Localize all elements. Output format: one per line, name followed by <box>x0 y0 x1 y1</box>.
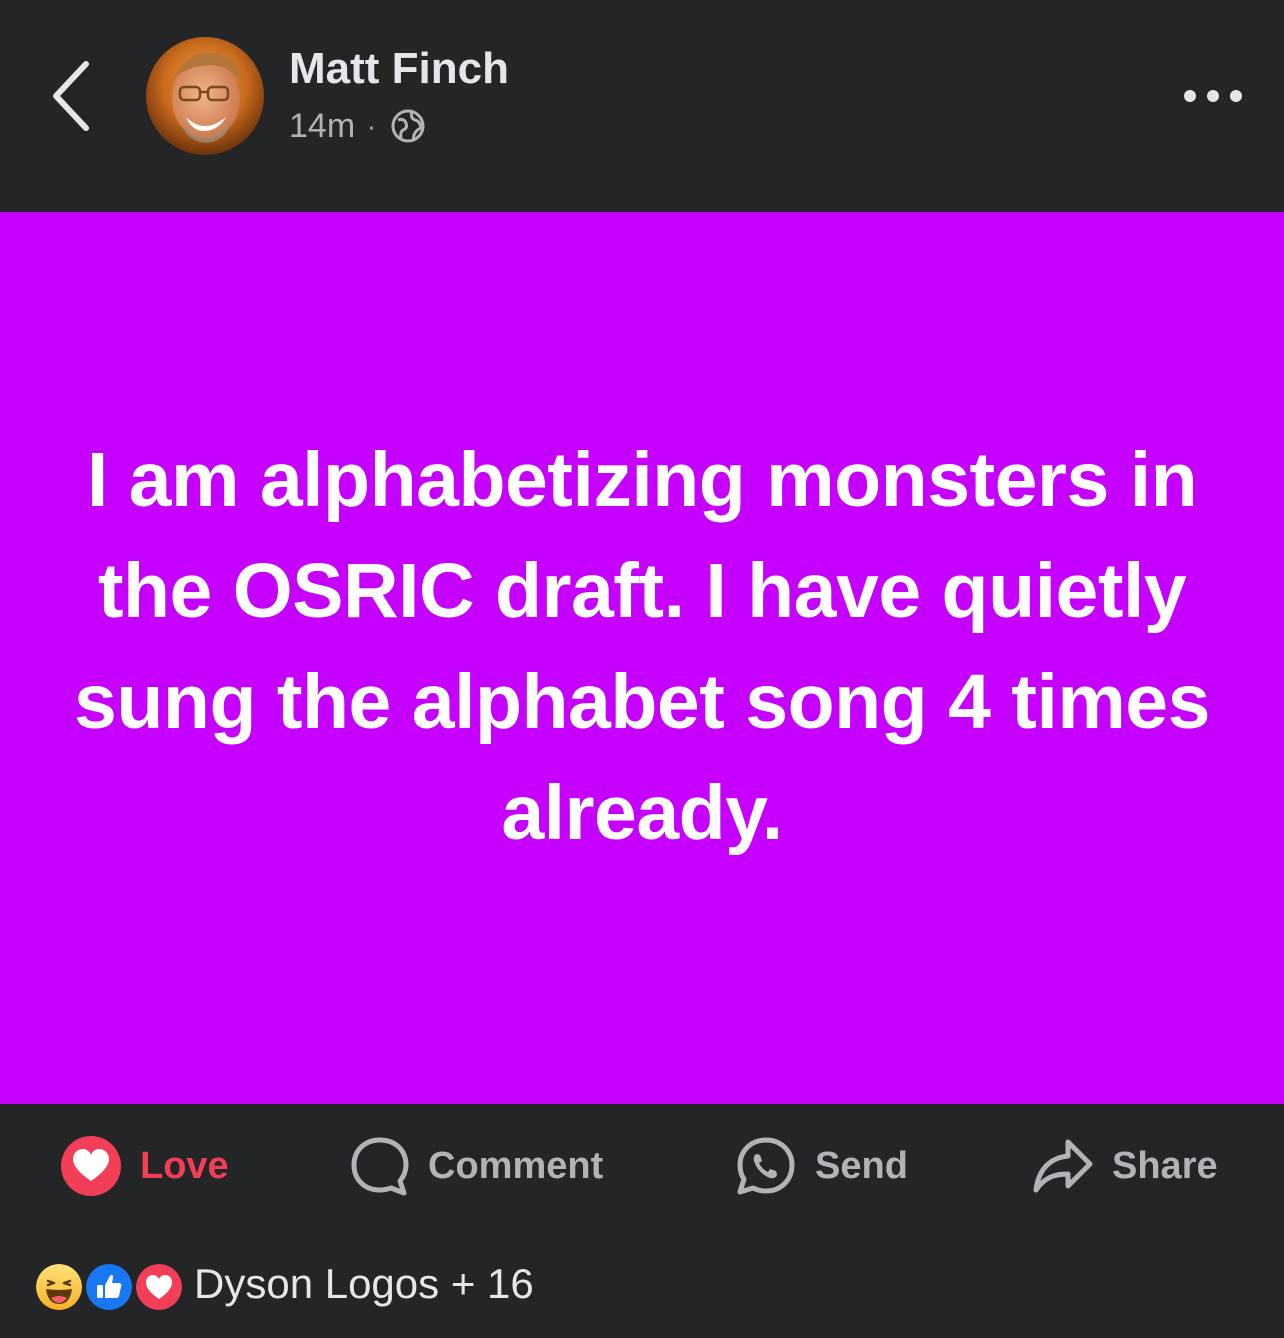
avatar-photo <box>146 37 264 155</box>
chevron-left-icon <box>53 61 89 131</box>
haha-icon <box>34 1262 84 1312</box>
like-icon <box>84 1262 134 1312</box>
reaction-names[interactable]: Dyson Logos + 16 <box>194 1260 534 1308</box>
comment-icon <box>351 1137 409 1196</box>
love-button[interactable]: Love <box>60 1134 229 1198</box>
action-bar: Love Comment Send Share <box>0 1104 1284 1228</box>
reaction-summary-bar <box>0 1228 1284 1338</box>
comment-label: Comment <box>428 1144 604 1187</box>
reaction-icons[interactable] <box>34 1262 184 1312</box>
globe-icon[interactable] <box>390 108 426 144</box>
back-button[interactable] <box>46 58 96 134</box>
love-reaction-icon <box>61 1136 121 1196</box>
send-label: Send <box>815 1144 908 1187</box>
send-button[interactable]: Send <box>735 1134 908 1198</box>
comment-button[interactable]: Comment <box>350 1134 603 1198</box>
post-meta: 14m · <box>289 106 426 146</box>
share-button[interactable]: Share <box>1032 1134 1218 1198</box>
whatsapp-icon <box>737 1137 795 1195</box>
post-text: I am alphabetizing monsters in the OSRIC… <box>74 437 1210 856</box>
post-content: I am alphabetizing monsters in the OSRIC… <box>0 212 1284 1104</box>
more-options-button[interactable] <box>1178 78 1248 114</box>
avatar[interactable] <box>146 37 264 155</box>
meta-separator: · <box>367 110 376 141</box>
author-name[interactable]: Matt Finch <box>289 44 509 94</box>
more-horizontal-icon <box>1184 90 1242 102</box>
share-icon <box>1033 1139 1093 1193</box>
post-timestamp[interactable]: 14m <box>289 107 355 146</box>
share-label: Share <box>1112 1144 1218 1187</box>
love-icon <box>134 1262 184 1312</box>
love-label: Love <box>140 1144 229 1187</box>
